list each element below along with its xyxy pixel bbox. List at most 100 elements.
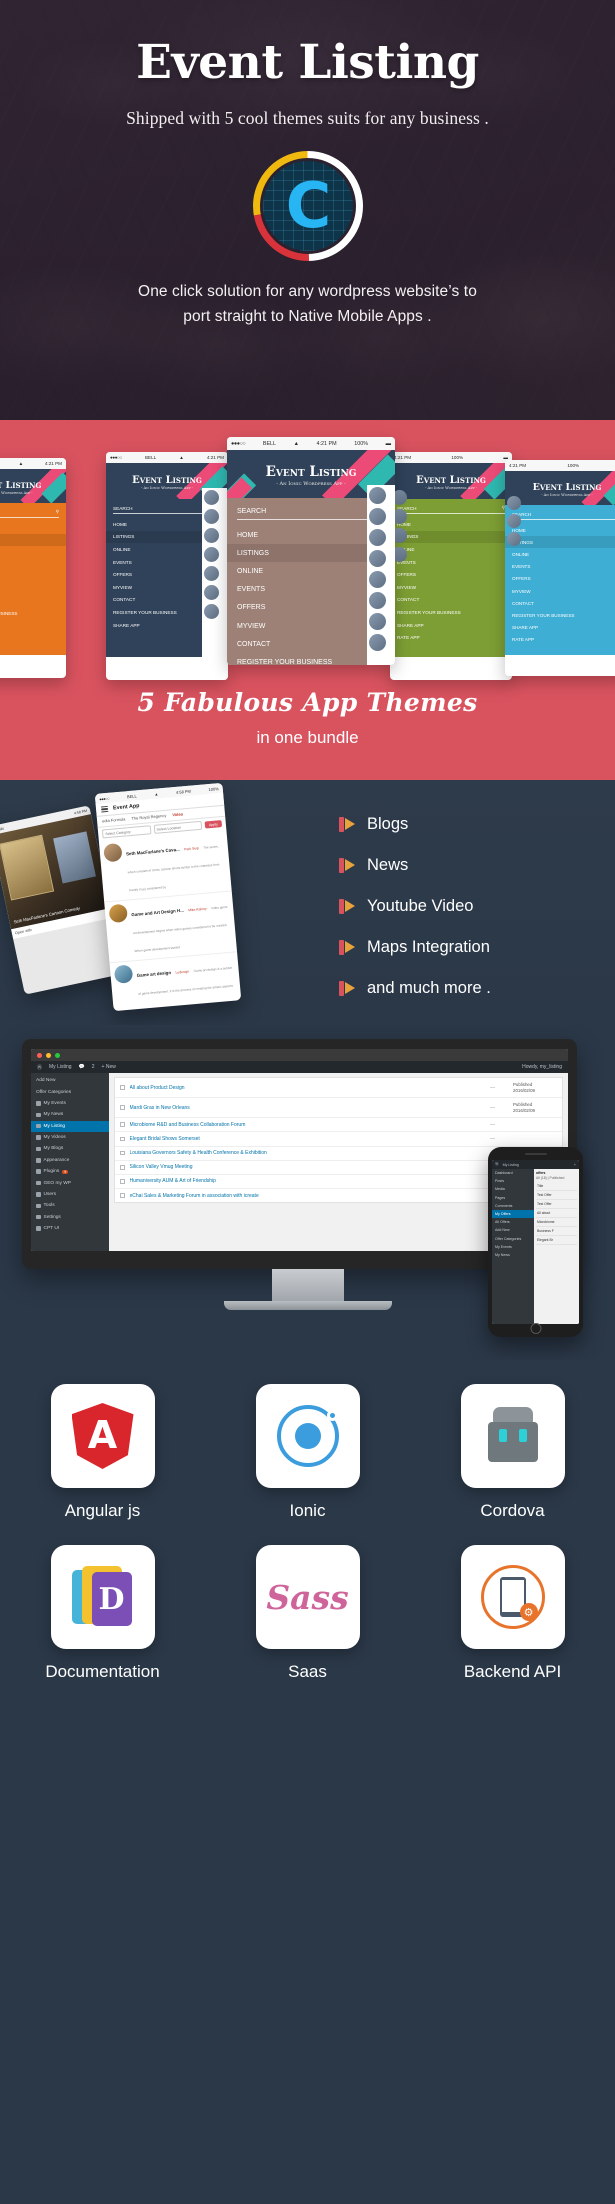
list-item[interactable] — [202, 583, 228, 602]
table-row[interactable]: Test Offer — [536, 1200, 577, 1209]
post-title[interactable]: Silicon Valley Vmug Meeting — [130, 1164, 486, 1170]
sidebar-item-cpt-ui[interactable]: CPT UI — [31, 1223, 109, 1234]
apply-button[interactable]: Apply — [204, 820, 223, 829]
post-title[interactable]: All about Product Design — [130, 1085, 486, 1091]
wp-sidebar-offer-categories[interactable]: Offer Categories — [31, 1086, 109, 1097]
sidebar-item-pages[interactable]: Pages — [492, 1194, 534, 1202]
list-item[interactable] — [367, 506, 395, 527]
menu-item-register[interactable]: REGISTER YOUR BUSINESS — [0, 607, 66, 619]
sidebar-item-comments[interactable]: Comments — [492, 1202, 534, 1210]
wp-sidebar-add-new[interactable]: Add New — [31, 1075, 109, 1086]
sidebar-item-plugins[interactable]: Plugins 9 — [31, 1166, 109, 1177]
row-checkbox[interactable] — [120, 1105, 125, 1110]
row-checkbox[interactable] — [120, 1193, 125, 1198]
howdy-label[interactable]: Howdy, my_listing — [522, 1064, 562, 1070]
hamburger-menu-icon[interactable] — [100, 805, 109, 813]
menu-item-myview[interactable]: MYVIEW — [0, 583, 66, 595]
sidebar-item-geo-my-wp[interactable]: GEO my WP — [31, 1177, 109, 1188]
list-item[interactable] — [367, 548, 395, 569]
search-icon[interactable]: ⚲ — [56, 509, 59, 515]
menu-item-offers[interactable]: OFFERS — [0, 571, 66, 583]
list-item[interactable] — [505, 512, 525, 530]
table-row[interactable]: Title — [536, 1182, 577, 1191]
list-item[interactable] — [505, 530, 525, 548]
table-row[interactable]: Business F — [536, 1227, 577, 1236]
close-icon[interactable] — [37, 1052, 42, 1058]
sidebar-item-add-new[interactable]: Add New — [492, 1226, 534, 1234]
sidebar-item-my-events[interactable]: My Events — [31, 1098, 109, 1109]
list-item[interactable] — [367, 632, 395, 653]
post-title[interactable]: Mardi Gras in New Orleans — [130, 1105, 486, 1111]
list-item[interactable] — [202, 564, 228, 583]
new-content-button[interactable]: + New — [102, 1064, 116, 1070]
post-title[interactable]: Elegant Bridal Shows Somerset — [130, 1136, 486, 1142]
sidebar-item-offer-categories[interactable]: Offer Categories — [492, 1235, 534, 1243]
menu-item-share[interactable]: SHARE APP — [0, 620, 66, 632]
tab-royal-regency[interactable]: The Royal Regency — [131, 813, 166, 821]
list-item[interactable] — [367, 569, 395, 590]
post-title[interactable]: Louisiana Governors Safety & Health Conf… — [130, 1150, 486, 1156]
table-row[interactable]: Microbiome — [536, 1218, 577, 1227]
row-checkbox[interactable] — [120, 1179, 125, 1184]
sidebar-item-my-blogs[interactable]: My Blogs — [31, 1143, 109, 1154]
menu-item-listings[interactable]: LISTINGS — [0, 534, 66, 547]
sidebar-item-tools[interactable]: Tools — [31, 1200, 109, 1211]
table-row[interactable]: All about Product Design — Published 2016… — [115, 1078, 562, 1099]
sidebar-item-appearance[interactable]: Appearance — [31, 1155, 109, 1166]
menu-item-search[interactable]: SEARCH ⚲ — [0, 503, 66, 517]
list-item[interactable] — [202, 545, 228, 564]
site-name-label[interactable]: My Listing — [49, 1064, 72, 1070]
sidebar-item-my-news[interactable]: My News — [31, 1109, 109, 1120]
list-item[interactable]: Seth MacFarlane's Cava... Park Seqi The … — [98, 830, 232, 903]
sidebar-item-media[interactable]: Media — [492, 1185, 534, 1193]
sidebar-item-all-offers[interactable]: All Offers — [492, 1218, 534, 1226]
table-row[interactable]: Microbiome R&D and Business Collaboratio… — [115, 1118, 562, 1133]
tab-video[interactable]: Video — [172, 812, 183, 818]
row-checkbox[interactable] — [120, 1122, 125, 1127]
menu-item-online[interactable]: ONLINE — [0, 546, 66, 558]
list-item[interactable] — [367, 485, 395, 506]
sidebar-item-posts[interactable]: Posts — [492, 1177, 534, 1185]
table-row[interactable]: Elegant Br — [536, 1236, 577, 1245]
table-row[interactable]: All about — [536, 1209, 577, 1218]
wordpress-icon[interactable]: Ⓦ — [37, 1064, 42, 1071]
menu-item-events[interactable]: EVENTS — [0, 559, 66, 571]
sidebar-item-my-listing[interactable]: My Listing — [31, 1120, 109, 1132]
comments-icon[interactable]: 💬 — [79, 1064, 85, 1070]
row-checkbox[interactable] — [120, 1165, 125, 1170]
minimize-icon[interactable] — [46, 1052, 51, 1058]
post-title[interactable]: eChai Sales & Marketing Forum in associa… — [130, 1193, 486, 1199]
table-row[interactable]: Mardi Gras in New Orleans — Published 201… — [115, 1098, 562, 1119]
site-name-label[interactable]: My Listing — [503, 1163, 519, 1167]
tab-media-formula[interactable]: edia Formula — [102, 817, 126, 824]
row-checkbox[interactable] — [120, 1150, 125, 1156]
row-checkbox[interactable] — [120, 1136, 125, 1142]
list-item[interactable] — [367, 611, 395, 632]
list-item[interactable] — [202, 488, 228, 507]
table-row[interactable]: Elegant Bridal Shows Somerset — — [115, 1132, 562, 1147]
sidebar-item-my-offers[interactable]: My Offers — [492, 1209, 534, 1219]
post-title[interactable]: Humaniversity AUM & Art of Friendship — [130, 1178, 486, 1184]
new-content-button[interactable]: + — [574, 1163, 576, 1167]
list-item[interactable] — [202, 526, 228, 545]
sidebar-item-my-news[interactable]: My News — [492, 1251, 534, 1259]
menu-item-rate[interactable]: RATE APP — [0, 632, 66, 644]
filter-label[interactable]: All (18) | Published — [536, 1176, 577, 1180]
sidebar-item-my-events[interactable]: My Events — [492, 1243, 534, 1251]
menu-item-contact[interactable]: CONTACT — [0, 595, 66, 607]
list-item[interactable] — [367, 590, 395, 611]
sidebar-item-settings[interactable]: Settings — [31, 1212, 109, 1223]
list-item[interactable]: Game and Art Design H... Mike Kaliroy Vi… — [104, 891, 238, 964]
list-item[interactable]: Game art design Ludesign Game art design… — [109, 951, 242, 1012]
post-title[interactable]: Microbiome R&D and Business Collaboratio… — [130, 1122, 486, 1128]
maximize-icon[interactable] — [55, 1052, 60, 1058]
sidebar-item-dashboard[interactable]: Dashboard — [492, 1169, 534, 1177]
sidebar-item-users[interactable]: Users — [31, 1189, 109, 1200]
wordpress-icon[interactable]: Ⓦ — [495, 1162, 499, 1167]
menu-item-home[interactable]: HOME — [0, 522, 66, 534]
home-button[interactable] — [530, 1323, 541, 1334]
list-item[interactable] — [367, 527, 395, 548]
table-row[interactable]: Test Offer — [536, 1191, 577, 1200]
list-item[interactable] — [202, 507, 228, 526]
list-item[interactable] — [202, 602, 228, 621]
